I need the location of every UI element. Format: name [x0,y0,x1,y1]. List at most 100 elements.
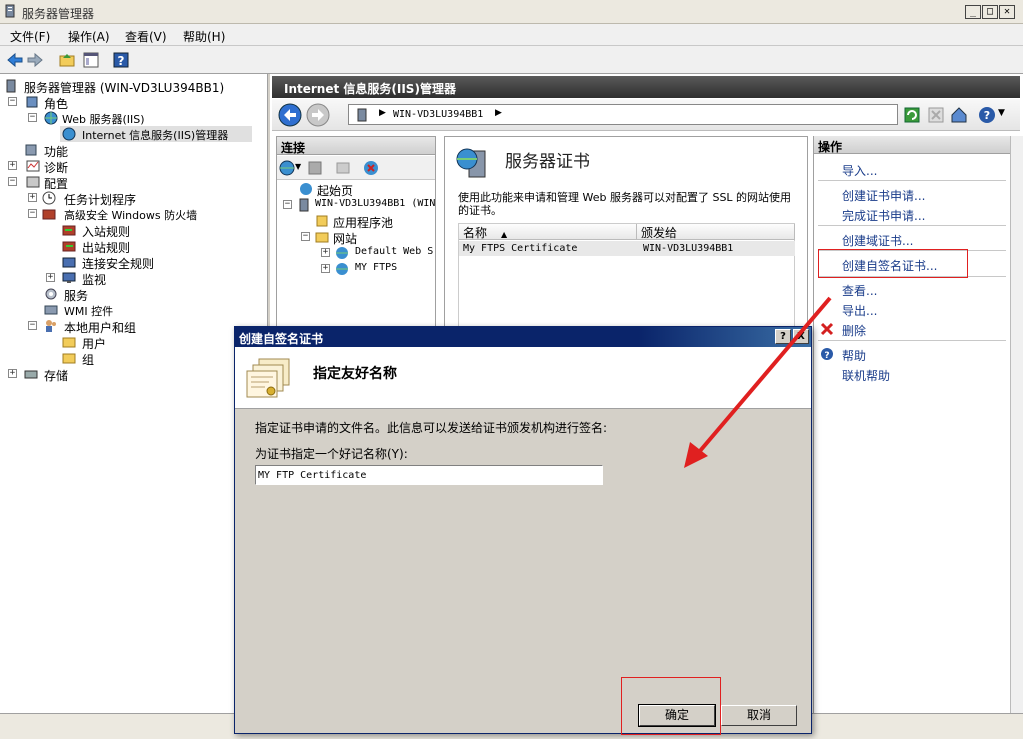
tree-label: 起始页 [317,184,354,198]
expand-icon[interactable]: + [321,264,330,273]
folder-up-icon[interactable] [58,51,76,69]
action-export[interactable]: 导出... [842,302,877,319]
globe-icon [336,247,348,259]
home-icon[interactable] [950,106,968,124]
address-text: WIN-VD3LU394BB1 [393,109,484,120]
menu-help[interactable]: 帮助(H) [183,28,225,45]
collapse-icon[interactable]: − [28,209,37,218]
page-description: 使用此功能来申请和管理 Web 服务器可以对配置了 SSL 的网站使用的证书。 [458,191,792,217]
breadcrumb-chevron-icon: ▶ [379,108,386,118]
collapse-icon[interactable]: − [8,177,17,186]
storage-icon [24,370,38,379]
connections-header: 连接 [277,137,435,155]
breadcrumb-chevron-icon: ▶ [495,108,502,118]
collapse-icon[interactable]: − [283,200,292,209]
chevron-down-icon[interactable]: ▼ [998,108,1005,118]
action-delete[interactable]: 删除 [842,322,866,339]
action-import[interactable]: 导入... [842,162,877,179]
dialog-title: 创建自签名证书 [239,332,324,346]
collapse-icon[interactable]: − [301,232,310,241]
menu-view[interactable]: 查看(V) [125,28,167,45]
users-icon [46,320,56,332]
annotation-box-self-signed [818,249,968,278]
tree-label: Web 服务器(IIS) [62,113,145,126]
outbound-rules-icon [62,241,76,252]
cancel-button[interactable]: 取消 [721,705,797,726]
iis-header: Internet 信息服务(IIS)管理器 [272,76,1020,98]
globe-icon [336,263,348,275]
actions-title: 操作 [818,140,843,154]
collapse-icon[interactable]: − [8,97,17,106]
disconnect-icon[interactable] [363,160,379,176]
refresh-icon[interactable] [904,107,920,123]
tree-label: 连接安全规则 [82,257,155,271]
forward-icon[interactable] [26,51,44,69]
expand-icon[interactable]: + [28,193,37,202]
arrow-annotation [684,296,832,468]
menu-file[interactable]: 文件(F) [10,28,50,45]
action-view[interactable]: 查看... [842,282,877,299]
stop-icon[interactable] [928,107,944,123]
tree-item-iis-manager[interactable]: Internet 信息服务(IIS)管理器 [60,126,252,142]
svg-text:?: ? [118,54,125,68]
expand-icon[interactable]: + [46,273,55,282]
close-button[interactable]: ✕ [999,5,1015,19]
tree-label: 存储 [44,369,69,383]
tree-label: WMI 控件 [64,305,114,318]
tree-label: 监视 [82,273,107,287]
expand-icon[interactable]: + [321,248,330,257]
cell-issued-to: WIN-VD3LU394BB1 [643,243,734,254]
action-help[interactable]: 帮助 [842,347,866,364]
console-icon[interactable] [82,51,100,69]
tree-label: 配置 [44,177,69,191]
diagnostics-icon [26,160,40,172]
divider [818,225,1006,226]
actions-header: 操作 [814,136,1010,154]
expand-icon[interactable]: + [8,369,17,378]
help-icon[interactable]: ? [112,51,130,69]
tree-label: Default Web S [355,246,434,257]
action-complete-request[interactable]: 完成证书申请... [842,207,925,224]
folder-icon [62,337,76,348]
tree-label: 任务计划程序 [64,193,137,207]
minimize-button[interactable]: _ [965,5,981,19]
features-icon [25,144,37,156]
tree-label: Internet 信息服务(IIS)管理器 [82,129,229,142]
save-icon[interactable] [307,160,323,176]
divider [818,340,1006,341]
back-icon[interactable] [278,103,302,127]
action-create-domain-cert[interactable]: 创建域证书... [842,232,913,249]
column-header-name[interactable]: 名称 ▲ [459,224,637,240]
globe-icon[interactable] [279,160,295,176]
menu-bar: 文件(F) 操作(A) 查看(V) 帮助(H) [0,24,1023,46]
action-create-request[interactable]: 创建证书申请... [842,187,925,204]
expand-icon[interactable]: + [8,161,17,170]
navigation-tree: 服务器管理器 (WIN-VD3LU394BB1) − 角色 − Web 服务器(… [0,74,268,713]
cell-name: My FTPS Certificate [463,243,578,254]
monitor-icon [62,272,76,283]
chevron-down-icon[interactable]: ▼ [295,162,301,171]
scrollbar[interactable] [1010,136,1023,716]
menu-action[interactable]: 操作(A) [68,28,110,45]
forward-icon[interactable] [306,103,330,127]
maximize-button[interactable]: □ [982,5,998,19]
web-server-icon [44,111,58,125]
friendly-name-input[interactable] [255,465,603,485]
action-online-help[interactable]: 联机帮助 [842,367,890,384]
help-icon[interactable]: ? [978,106,996,124]
page-title: 服务器证书 [505,152,590,172]
up-level-icon[interactable] [335,160,351,176]
connections-title: 连接 [281,141,306,155]
tree-label: 入站规则 [82,225,131,239]
window-titlebar: 服务器管理器 _ □ ✕ [0,0,1023,24]
back-icon[interactable] [6,51,24,69]
collapse-icon[interactable]: − [28,113,37,122]
tree-label: 角色 [44,97,69,111]
tree-label: 用户 [82,337,107,351]
collapse-icon[interactable]: − [28,321,37,330]
column-header-issued-to[interactable]: 颁发给 [637,224,795,240]
toolbar: ? [0,46,1023,74]
tree-label: 功能 [44,145,69,159]
iis-icon [62,127,76,141]
address-box[interactable]: ▶ WIN-VD3LU394BB1 ▶ [348,104,898,125]
